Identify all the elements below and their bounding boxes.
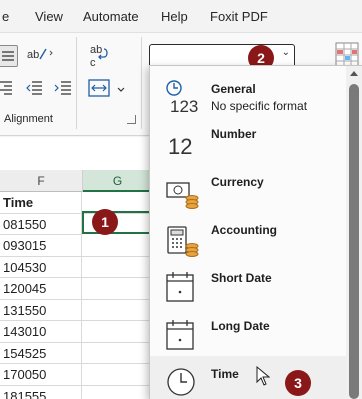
number-format-dropdown: 123 General No specific format 12 Number… [149,65,362,399]
format-title: Time [211,367,239,381]
justify-icon[interactable] [0,45,18,67]
currency-icon [164,174,200,209]
merge-center-icon[interactable] [88,79,110,97]
menu-item-formulas-partial[interactable]: e [2,9,9,24]
chevron-down-icon[interactable] [116,83,126,93]
column-header-f[interactable]: F [0,170,83,192]
cell-f[interactable]: 170050 [0,364,82,386]
cell-f[interactable]: 081550 [0,213,82,235]
cell-g[interactable] [82,257,150,278]
cell-f[interactable]: 181555 [0,385,82,399]
cell-g[interactable] [82,343,150,364]
cell-g[interactable] [82,300,150,321]
decrease-indent-icon[interactable] [25,79,43,95]
format-option-short-date[interactable]: Short Date [150,262,346,310]
format-option-number[interactable]: 12 Number [150,118,346,166]
cell-f[interactable]: 093015 [0,235,82,257]
format-subtitle: No specific format [211,99,308,113]
format-title: Currency [211,175,264,189]
wrap-text-ab: ab [90,44,102,56]
svg-text:123: 123 [170,97,198,114]
format-option-long-date[interactable]: Long Date [150,310,346,358]
step-badge-1: 1 [92,209,118,235]
menu-item-automate[interactable]: Automate [83,9,139,24]
cell-f[interactable]: 131550 [0,299,82,321]
format-option-time[interactable]: Time [150,356,346,399]
cell-f[interactable]: 104530 [0,256,82,278]
number-12-icon: 12 [164,126,200,160]
cell-f[interactable]: 120045 [0,278,82,300]
menu-item-view[interactable]: View [35,9,63,24]
orientation-icon[interactable]: ab [26,43,56,65]
cell-g[interactable] [82,321,150,343]
cell-g[interactable] [82,278,150,300]
wrap-text-icon[interactable]: ab c [88,41,112,69]
scrollbar-thumb[interactable] [349,84,359,399]
format-title: Number [211,127,257,141]
svg-text:12: 12 [168,134,192,159]
align-right-icon[interactable] [0,79,14,95]
menu-bar: e View Automate Help Foxit PDF [0,0,362,32]
format-title: Long Date [211,319,270,333]
menu-item-foxit-pdf[interactable]: Foxit PDF [210,9,268,24]
scroll-up-arrow-icon[interactable] [350,71,358,76]
cell-g[interactable] [82,364,150,386]
format-option-accounting[interactable]: Accounting [150,214,346,262]
cell-f-header[interactable]: Time [0,192,82,214]
calendar-icon [164,318,200,352]
mouse-pointer-icon [256,365,271,389]
column-header-g[interactable]: G [83,170,153,192]
dropdown-scrollbar[interactable] [346,66,362,399]
format-option-general[interactable]: 123 General No specific format [150,70,346,118]
general-123-icon: 123 [164,78,200,116]
calendar-icon [164,270,200,304]
increase-indent-icon[interactable] [54,79,72,95]
cell-f[interactable]: 143010 [0,321,82,343]
format-option-currency[interactable]: Currency [150,166,346,214]
menu-item-help[interactable]: Help [161,9,188,24]
format-title: General [211,82,256,96]
alignment-launcher-icon[interactable] [127,115,136,124]
svg-text:ab: ab [27,49,39,61]
format-title: Accounting [211,223,277,237]
accounting-icon [164,222,200,257]
clock-icon [164,364,200,398]
chevron-down-icon[interactable]: ⌄ [282,47,290,58]
format-title: Short Date [211,271,272,285]
step-badge-3: 3 [285,370,311,396]
cell-g[interactable] [82,235,150,257]
wrap-text-c: c [90,57,96,69]
alignment-group-label: Alignment [4,113,53,125]
cell-f[interactable]: 154525 [0,342,82,364]
